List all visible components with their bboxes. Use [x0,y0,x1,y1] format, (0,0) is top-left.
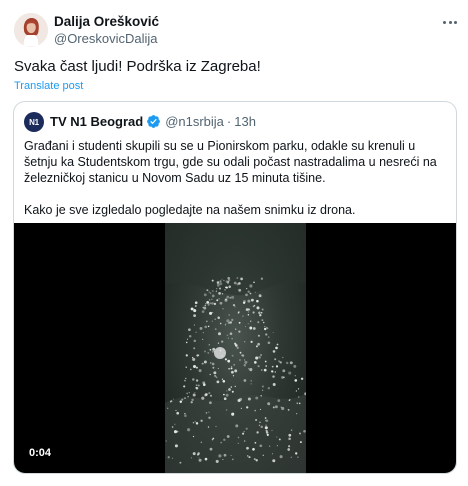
crowd-lights-image [165,223,306,473]
more-dot [454,20,457,24]
verified-badge-icon [146,114,161,129]
separator-dot: · [226,114,232,129]
quote-text: Građani i studenti skupili su se u Pioni… [24,138,449,218]
author-handle[interactable]: @OreskovicDalija [54,31,158,46]
quoted-tweet[interactable]: N1 TV N1 Beograd @n1srbija · 13h Građani… [13,101,457,474]
drone-video-frame [165,223,306,473]
quote-paragraph: Kako je sve izgledalo pogledajte na naše… [24,203,356,217]
tweet: Dalija Orešković @OreskovicDalija Svaka … [0,0,468,486]
quote-paragraph: Građani i studenti skupili su se u Pioni… [24,139,437,185]
avatar-image [14,13,48,47]
more-dot [448,20,452,24]
tweet-text: Svaka čast ljudi! Podrška iz Zagreba! [14,58,261,75]
translate-post-link[interactable]: Translate post [14,80,83,92]
quote-avatar[interactable]: N1 [24,112,44,132]
more-dot [443,20,446,24]
quote-author-name[interactable]: TV N1 Beograd [50,114,143,129]
more-options-icon[interactable] [438,12,462,32]
video-timestamp: 0:04 [24,445,57,461]
quote-author-handle[interactable]: @n1srbija [165,114,224,129]
video-player[interactable]: 0:04 [14,223,456,473]
quote-timestamp[interactable]: 13h [234,114,256,129]
author-name[interactable]: Dalija Orešković [54,14,159,29]
quote-header: TV N1 Beograd @n1srbija · 13h [50,114,256,129]
author-avatar[interactable] [14,13,48,47]
